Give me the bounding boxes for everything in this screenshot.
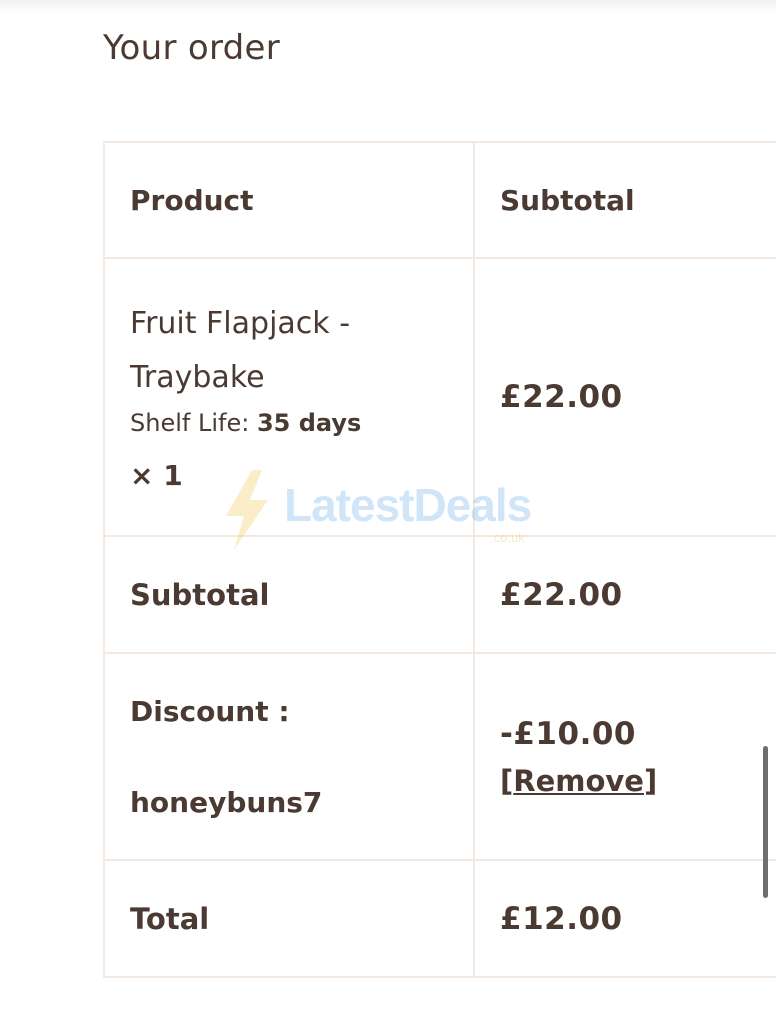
- product-column-header: Product: [103, 141, 475, 259]
- total-value: £12.00: [500, 900, 623, 937]
- discount-label: Discount :: [130, 694, 290, 728]
- shelf-life-value: 35 days: [256, 408, 362, 437]
- total-row: Total £12.00: [103, 859, 776, 978]
- subtotal-row: Subtotal £22.00: [103, 535, 776, 654]
- product-meta: Shelf Life: 35 days: [130, 409, 473, 437]
- order-table: Product Subtotal Fruit Flapjack - Trayba…: [103, 141, 776, 978]
- product-name-line1: Fruit Flapjack -: [130, 305, 351, 341]
- product-quantity: × 1: [130, 458, 183, 492]
- total-value-cell: £12.00: [473, 859, 776, 978]
- product-price: £22.00: [500, 379, 623, 415]
- product-cell: Fruit Flapjack - Traybake Shelf Life: 35…: [103, 257, 475, 537]
- product-name-line2: Traybake: [130, 359, 265, 395]
- discount-label-cell: Discount : honeybuns7: [103, 652, 475, 861]
- shelf-life-label: Shelf Life:: [130, 408, 250, 437]
- remove-discount-link-wrap: [Remove]: [500, 764, 657, 798]
- remove-bracket-close: ]: [643, 763, 658, 798]
- table-row: Fruit Flapjack - Traybake Shelf Life: 35…: [103, 257, 776, 537]
- subtotal-value: £22.00: [500, 576, 623, 613]
- product-name: Fruit Flapjack - Traybake: [130, 297, 473, 405]
- remove-bracket-open: [: [500, 763, 514, 798]
- subtotal-column-header: Subtotal: [473, 141, 776, 259]
- total-label: Total: [103, 859, 475, 978]
- page-title: Your order: [103, 28, 281, 68]
- table-header-row: Product Subtotal: [103, 141, 776, 259]
- subtotal-value-cell: £22.00: [473, 535, 776, 654]
- subtotal-label: Subtotal: [103, 535, 475, 654]
- remove-discount-link[interactable]: Remove: [513, 764, 644, 798]
- discount-code: honeybuns7: [130, 785, 323, 819]
- top-shadow: [0, 0, 776, 14]
- scrollbar-thumb[interactable]: [763, 746, 768, 898]
- discount-value: -£10.00: [500, 715, 636, 752]
- discount-value-cell: -£10.00 [Remove]: [473, 652, 776, 861]
- product-price-cell: £22.00: [473, 257, 776, 537]
- discount-row: Discount : honeybuns7 -£10.00 [Remove]: [103, 652, 776, 861]
